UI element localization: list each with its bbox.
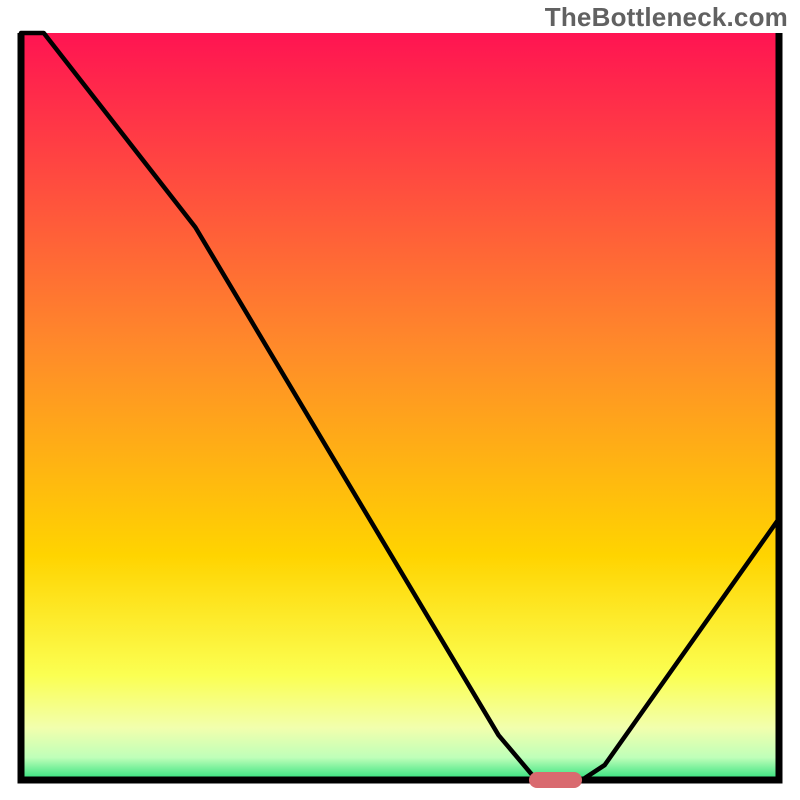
- minimum-marker: [529, 772, 582, 788]
- chart-container: TheBottleneck.com: [0, 0, 800, 800]
- watermark-text: TheBottleneck.com: [545, 2, 788, 33]
- plot-background: [21, 33, 779, 780]
- bottleneck-chart: [0, 0, 800, 800]
